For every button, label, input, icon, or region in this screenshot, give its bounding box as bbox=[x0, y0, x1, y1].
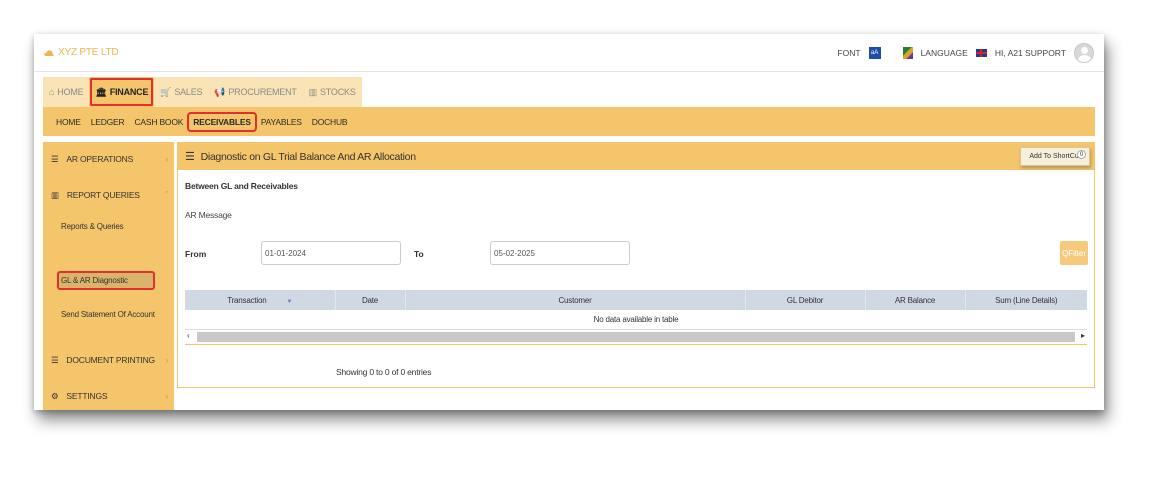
tab-sales[interactable]: 🛒 SALES bbox=[154, 77, 209, 107]
tab-label: STOCKS bbox=[319, 87, 356, 97]
home-icon: ⌂ bbox=[49, 87, 55, 97]
list-icon: ☰ bbox=[51, 153, 59, 164]
section-title: Between GL and Receivables bbox=[185, 181, 298, 191]
avatar[interactable] bbox=[1074, 43, 1094, 63]
subnav-payables[interactable]: PAYABLES bbox=[256, 113, 307, 131]
module-tabs: ⌂ HOME 🏛 FINANCE 🛒 SALES 📢 PROCUREMENT ▥… bbox=[43, 77, 362, 107]
font-label: FONT bbox=[837, 48, 861, 58]
uk-flag-icon[interactable] bbox=[975, 49, 987, 57]
gear-icon: ⚙ bbox=[51, 390, 59, 401]
sidebar-item-ar-operations[interactable]: ☰ AR OPERATIONS › bbox=[43, 149, 174, 169]
sidebar-subitem-gl-ar-diagnostic[interactable]: GL & AR Diagnostic bbox=[57, 271, 155, 290]
font-size-icon[interactable]: aA bbox=[868, 47, 881, 59]
add-to-shortcut-button[interactable]: Add To ShortCut 0 bbox=[1020, 147, 1090, 166]
subnav-cash-book[interactable]: CASH BOOK bbox=[129, 113, 188, 131]
to-label: To bbox=[414, 249, 424, 259]
menu-icon[interactable]: ☰ bbox=[185, 150, 195, 163]
to-date-input[interactable] bbox=[490, 241, 630, 265]
from-date-input[interactable] bbox=[261, 241, 401, 265]
user-greeting[interactable]: HI, A21 SUPPORT bbox=[995, 48, 1066, 58]
chevron-right-icon: › bbox=[165, 154, 168, 164]
top-bar: XYZ PTE LTD FONT aA LANGUAGE HI, A21 SUP… bbox=[34, 34, 1104, 72]
col-transaction[interactable]: Transaction ▼ bbox=[185, 290, 336, 310]
tab-procurement[interactable]: 📢 PROCUREMENT bbox=[208, 77, 303, 107]
ar-message: AR Message bbox=[185, 210, 232, 220]
bank-icon: 🏛 bbox=[95, 86, 107, 97]
header-actions: FONT aA LANGUAGE HI, A21 SUPPORT bbox=[837, 40, 1094, 66]
col-customer[interactable]: Customer bbox=[405, 290, 746, 310]
sidebar-item-report-queries[interactable]: ▥ REPORT QUERIES ˆ bbox=[43, 185, 174, 205]
results-table: Transaction ▼ Date Customer GL Debitor A… bbox=[185, 290, 1087, 328]
shortcut-label: Add To ShortCut bbox=[1029, 153, 1081, 160]
language-label[interactable]: LANGUAGE bbox=[921, 48, 968, 58]
sidebar-subitem-reports-queries[interactable]: Reports & Queries bbox=[61, 222, 124, 231]
subnav-receivables[interactable]: RECEIVABLES bbox=[187, 111, 257, 132]
scrollbar-thumb[interactable] bbox=[197, 332, 1075, 342]
divider bbox=[185, 344, 1087, 345]
tab-label: FINANCE bbox=[109, 87, 149, 97]
sidebar: ☰ AR OPERATIONS › ▥ REPORT QUERIES ˆ Rep… bbox=[43, 142, 174, 410]
panel-header: ☰ Diagnostic on GL Trial Balance And AR … bbox=[178, 143, 1094, 170]
tab-finance[interactable]: 🏛 FINANCE bbox=[89, 77, 155, 107]
tab-label: PROCUREMENT bbox=[228, 87, 297, 97]
list-icon: ☰ bbox=[51, 354, 59, 365]
tab-label: HOME bbox=[57, 87, 84, 97]
page-title: Diagnostic on GL Trial Balance And AR Al… bbox=[200, 150, 416, 163]
sidebar-item-label: REPORT QUERIES bbox=[66, 190, 140, 200]
col-sum-line-details[interactable]: Sum (Line Details) bbox=[965, 290, 1087, 310]
from-label: From bbox=[185, 249, 207, 259]
table-row: No data available in table bbox=[185, 310, 1087, 328]
table-header-row: Transaction ▼ Date Customer GL Debitor A… bbox=[185, 290, 1087, 310]
bar-chart-icon: ▥ bbox=[308, 86, 318, 97]
sidebar-item-label: SETTINGS bbox=[66, 391, 108, 401]
subnav-home[interactable]: HOME bbox=[51, 113, 86, 131]
cart-icon: 🛒 bbox=[160, 86, 172, 97]
subnav-ledger[interactable]: LEDGER bbox=[86, 113, 130, 131]
tab-stocks[interactable]: ▥ STOCKS bbox=[302, 77, 362, 107]
shortcut-count-badge: 0 bbox=[1077, 150, 1086, 159]
col-gl-debitor[interactable]: GL Debitor bbox=[745, 290, 866, 310]
tab-label: SALES bbox=[174, 87, 203, 97]
main-panel: ☰ Diagnostic on GL Trial Balance And AR … bbox=[177, 142, 1095, 388]
filter-button[interactable]: QFilter bbox=[1060, 241, 1088, 265]
sidebar-item-document-printing[interactable]: ☰ DOCUMENT PRINTING › bbox=[43, 350, 174, 370]
book-icon[interactable] bbox=[902, 47, 913, 59]
sub-nav: HOME LEDGER CASH BOOK RECEIVABLES PAYABL… bbox=[43, 107, 1095, 136]
sidebar-item-label: DOCUMENT PRINTING bbox=[66, 355, 155, 365]
brand[interactable]: XYZ PTE LTD bbox=[44, 47, 119, 58]
scroll-right-icon[interactable]: ▸ bbox=[1081, 331, 1085, 340]
sidebar-item-label: AR OPERATIONS bbox=[66, 154, 134, 164]
megaphone-icon: 📢 bbox=[214, 86, 226, 97]
chevron-right-icon: › bbox=[165, 355, 168, 365]
sidebar-subitem-send-statement[interactable]: Send Statement Of Account bbox=[61, 310, 155, 319]
horizontal-scrollbar[interactable]: ‹ ▸ bbox=[185, 329, 1087, 343]
empty-table-message: No data available in table bbox=[185, 310, 1087, 328]
subnav-dochub[interactable]: DOCHUB bbox=[307, 113, 353, 131]
chevron-up-icon: ˆ bbox=[165, 190, 168, 200]
scroll-left-icon[interactable]: ‹ bbox=[187, 331, 190, 340]
sidebar-item-settings[interactable]: ⚙ SETTINGS › bbox=[43, 386, 174, 406]
bar-chart-icon: ▥ bbox=[51, 189, 59, 200]
col-date[interactable]: Date bbox=[335, 290, 406, 310]
tab-home[interactable]: ⌂ HOME bbox=[43, 77, 90, 107]
cloud-logo-icon bbox=[44, 49, 54, 56]
brand-name: XYZ PTE LTD bbox=[58, 47, 119, 58]
chevron-right-icon: › bbox=[165, 391, 168, 401]
table-info: Showing 0 to 0 of 0 entries bbox=[336, 367, 432, 377]
app-window: XYZ PTE LTD FONT aA LANGUAGE HI, A21 SUP… bbox=[34, 34, 1104, 410]
col-ar-balance[interactable]: AR Balance bbox=[865, 290, 966, 310]
sort-down-icon[interactable]: ▼ bbox=[287, 299, 293, 305]
